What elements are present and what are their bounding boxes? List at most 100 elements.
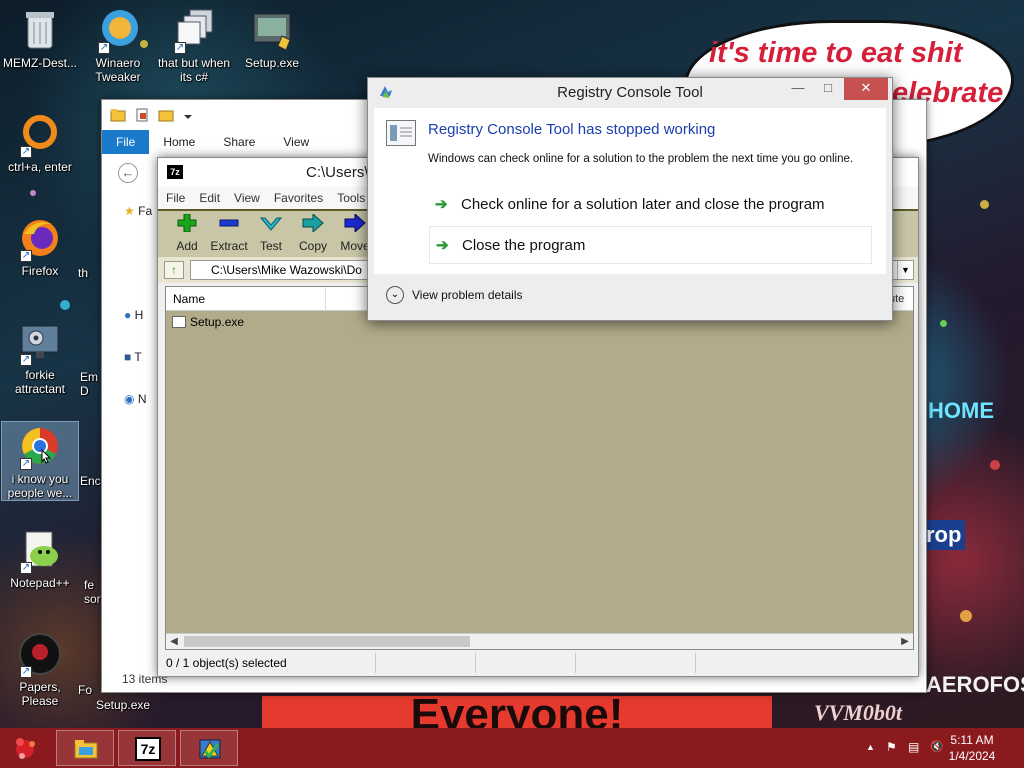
banner-text: Everyone! xyxy=(410,696,624,728)
maximize-button[interactable]: □ xyxy=(814,78,842,100)
close-button[interactable]: ✕ xyxy=(844,78,888,100)
file-name: Setup.exe xyxy=(190,315,245,329)
desktop-icon-firefox[interactable]: ↗ Firefox xyxy=(2,214,78,278)
copy-label: Copy xyxy=(298,239,327,253)
taskbar-warning-app[interactable] xyxy=(180,730,238,766)
status-segment xyxy=(476,653,576,673)
taskbar-file-explorer[interactable] xyxy=(56,730,114,766)
desktop-icon-setup[interactable]: Setup.exe xyxy=(234,6,310,70)
taskbar: 7z ▲ ⚑ ▤ 🔇 5:11 AM 1/4/2024 xyxy=(0,728,1024,768)
tab-file[interactable]: File xyxy=(102,130,150,154)
chevron-down-icon[interactable]: ▼ xyxy=(897,261,913,279)
neon-sign-home: HOME xyxy=(928,398,994,423)
menu-file[interactable]: File xyxy=(166,191,185,205)
desktop-icon-label: fe xyxy=(84,578,95,592)
tab-home[interactable]: Home xyxy=(149,130,209,154)
desktop-icon-partial-em[interactable]: Em D xyxy=(80,370,102,398)
menu-view[interactable]: View xyxy=(234,191,260,205)
desktop-icon-partial-enc[interactable]: Enc xyxy=(80,474,102,488)
show-hidden-icons-icon[interactable]: ▲ xyxy=(866,742,875,752)
check-icon xyxy=(259,217,283,231)
column-name[interactable]: Name xyxy=(166,286,326,311)
sidebar-item-network[interactable]: ◉ N xyxy=(124,392,147,406)
desktop-icon-partial-th[interactable]: th xyxy=(78,266,100,280)
exe-file-icon xyxy=(172,316,186,328)
orange-ring-icon: ↗ xyxy=(16,110,64,158)
neon-sign-rop: rop xyxy=(922,520,966,550)
horizontal-scrollbar[interactable]: ◀ ▶ xyxy=(166,633,913,649)
add-label: Add xyxy=(176,239,198,253)
status-bar: 0 / 1 object(s) selected xyxy=(158,650,918,676)
add-button[interactable]: Add xyxy=(166,213,208,257)
arrow-right-icon xyxy=(302,212,324,234)
action-center-flag-icon[interactable]: ⚑ xyxy=(886,740,897,754)
crash-dialog[interactable]: Registry Console Tool — □ ✕ Registry Con… xyxy=(367,77,893,321)
minus-icon xyxy=(219,219,239,227)
desktop-icon-label: th xyxy=(78,266,89,280)
chevron-down-icon[interactable]: ⌄ xyxy=(386,286,404,304)
network-icon[interactable]: ▤ xyxy=(908,740,919,754)
desktop-icon-forkie[interactable]: ↗ forkie attractant xyxy=(2,318,78,396)
star-icon: ★ xyxy=(124,204,135,218)
menu-favorites[interactable]: Favorites xyxy=(274,191,323,205)
address-text: C:\Users\Mike Wazowski\Do xyxy=(211,263,362,277)
tab-view[interactable]: View xyxy=(269,130,323,154)
desktop-icon-label: ctrl+a, enter xyxy=(8,160,72,174)
sidebar-item-label: T xyxy=(134,350,142,364)
desktop-icon-notepad-plus-plus[interactable]: ↗ Notepad++ xyxy=(2,526,78,590)
back-arrow-icon[interactable]: ← xyxy=(118,163,138,183)
dialog-titlebar[interactable]: Registry Console Tool — □ ✕ xyxy=(368,78,892,106)
test-label: Test xyxy=(259,239,282,253)
customize-qat-icon[interactable] xyxy=(182,107,194,123)
sidebar-item-label: N xyxy=(137,392,147,406)
copy-button[interactable]: Copy xyxy=(292,212,334,257)
clock-time[interactable]: 5:11 AM xyxy=(942,733,1002,747)
list-item[interactable]: Setup.exe xyxy=(172,315,244,329)
desktop-icon-label: sor xyxy=(84,592,101,606)
scroll-right-icon[interactable]: ▶ xyxy=(897,634,913,650)
menu-edit[interactable]: Edit xyxy=(199,191,220,205)
desktop-icon-memz[interactable]: MEMZ-Dest... xyxy=(2,6,78,70)
check-online-option[interactable]: ➔ Check online for a solution later and … xyxy=(429,186,872,224)
desktop-icon-chrome[interactable]: ↗ i know you people we... xyxy=(1,421,79,501)
clock-date[interactable]: 1/4/2024 xyxy=(942,749,1002,763)
sidebar-item-homegroup[interactable]: ● H xyxy=(124,308,143,322)
system-tray: ▲ ⚑ ▤ 🔇 5:11 AM 1/4/2024 xyxy=(844,728,1024,768)
desktop-icon-label: forkie attractant xyxy=(14,368,66,396)
sidebar-item-label: Fa xyxy=(138,204,153,218)
dialog-description: Windows can check online for a solution … xyxy=(428,153,854,165)
tab-share[interactable]: Share xyxy=(209,130,269,154)
sidebar-item-favorites[interactable]: ★ Fa xyxy=(124,204,152,218)
window-title: C:\Users\ xyxy=(306,164,369,181)
desktop-icon-partial-fo[interactable]: Fo xyxy=(78,683,100,697)
shortcut-arrow-icon: ↗ xyxy=(20,354,32,366)
desktop-icon-that-but-when[interactable]: ↗ that but when its c# xyxy=(156,6,232,84)
close-program-option[interactable]: ➔ Close the program xyxy=(429,226,872,264)
scroll-left-icon[interactable]: ◀ xyxy=(166,634,182,650)
details-label: View problem details xyxy=(412,288,523,302)
winaero-icon: ↗ xyxy=(94,6,142,54)
minimize-button[interactable]: — xyxy=(784,78,812,100)
program-window-icon xyxy=(386,120,416,146)
desktop-icon-papers-please[interactable]: ↗ Papers, Please xyxy=(2,630,78,708)
folder-up-icon[interactable]: ↑ xyxy=(164,261,184,279)
dialog-body: Registry Console Tool has stopped workin… xyxy=(374,108,886,274)
desktop-icon-ctrl-a-enter[interactable]: ↗ ctrl+a, enter xyxy=(2,110,78,174)
dialog-headline: Registry Console Tool has stopped workin… xyxy=(428,121,716,138)
selection-status: 0 / 1 object(s) selected xyxy=(158,653,376,673)
extract-button[interactable]: Extract xyxy=(208,214,250,257)
start-button-icon[interactable] xyxy=(10,734,40,762)
taskbar-7zip[interactable]: 7z xyxy=(118,730,176,766)
file-list[interactable]: Name ute Setup.exe ◀ ▶ xyxy=(165,286,914,650)
homegroup-icon: ● xyxy=(124,308,132,322)
menu-tools[interactable]: Tools xyxy=(337,191,365,205)
scrollbar-thumb[interactable] xyxy=(184,636,470,647)
view-problem-details[interactable]: ⌄ View problem details xyxy=(374,276,886,316)
properties-icon[interactable] xyxy=(134,107,150,123)
desktop-icon-winaero-tweaker[interactable]: ↗ Winaero Tweaker xyxy=(80,6,156,84)
new-folder-icon[interactable] xyxy=(158,107,174,123)
folder-icon[interactable] xyxy=(110,107,126,123)
desktop-icon-partial-setup[interactable]: Setup.exe xyxy=(96,698,150,712)
test-button[interactable]: Test xyxy=(250,214,292,257)
sidebar-item-this-pc[interactable]: ■ T xyxy=(124,350,142,364)
